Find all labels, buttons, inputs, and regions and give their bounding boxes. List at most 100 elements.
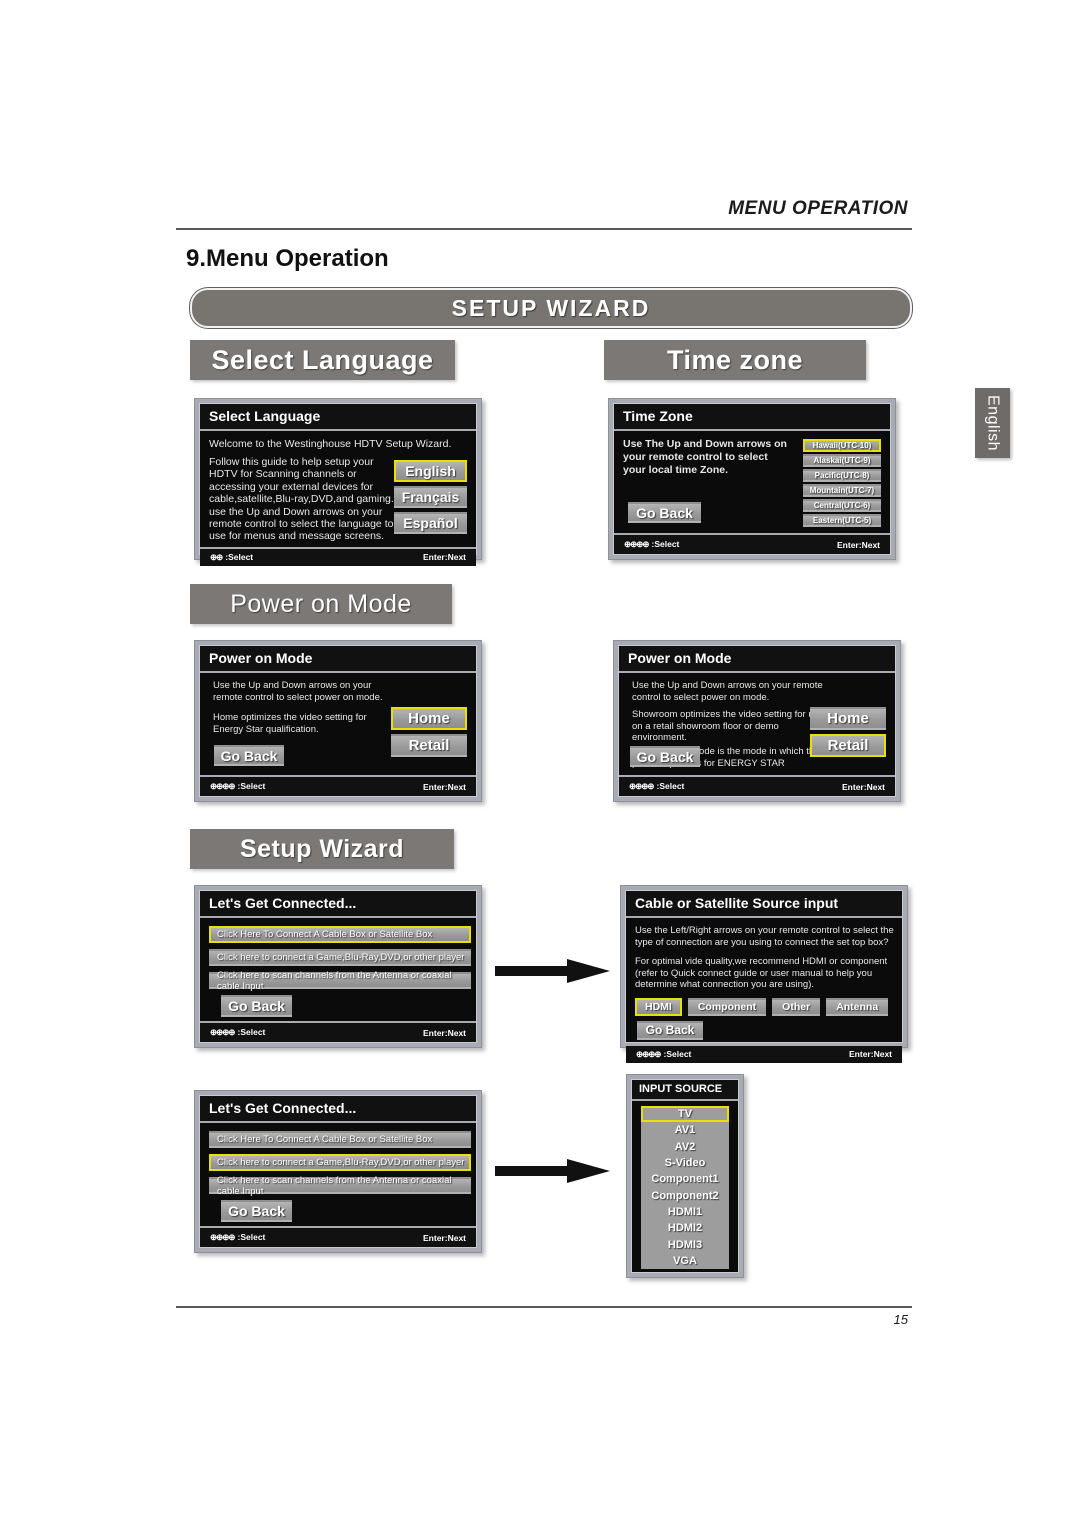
go-back-button[interactable]: Go Back (214, 745, 284, 766)
language-option-espanol[interactable]: Español (394, 512, 467, 534)
osd-inner: Power on Mode Use the Up and Down arrows… (618, 645, 896, 797)
language-side-tab: English (975, 388, 1010, 458)
go-back-button[interactable]: Go Back (630, 746, 700, 767)
input-source-vga[interactable]: VGA (641, 1253, 729, 1269)
footer-select-label: :Select (237, 1232, 266, 1242)
connect-option-cable-box[interactable]: Click Here To Connect A Cable Box or Sat… (209, 926, 471, 943)
osd-body: Use the Left/Right arrows on your remote… (626, 918, 902, 1044)
footer-select-hint: ⊕⊕:Select (210, 552, 423, 563)
input-source-hdmi3[interactable]: HDMI3 (641, 1236, 729, 1252)
connect-option-game-player[interactable]: Click here to connect a Game,Blu-Ray,DVD… (209, 1154, 471, 1171)
input-source-hdmi1[interactable]: HDMI1 (641, 1204, 729, 1220)
timezone-option-pacific[interactable]: Pacific(UTC-8) (803, 469, 881, 482)
setup-wizard-banner: SETUP WIZARD (190, 288, 912, 328)
connect-option-antenna-scan[interactable]: Click here to scan channels from the Ant… (209, 1175, 471, 1197)
osd-body: Click Here To Connect A Cable Box or Sat… (200, 918, 476, 1021)
banner-setup-wizard: Setup Wizard (190, 829, 454, 869)
power-mode-option-retail[interactable]: Retail (810, 734, 886, 757)
footer-enter-label: Enter:Next (423, 1232, 466, 1243)
section-title-text: Menu Operation (206, 245, 389, 272)
osd-title: Cable or Satellite Source input (626, 891, 902, 918)
manual-page: MENU OPERATION 9.Menu Operation SETUP WI… (0, 0, 1080, 1526)
footer-enter-label: Enter:Next (849, 1049, 892, 1059)
osd-inner: Let's Get Connected... Click Here To Con… (199, 1095, 477, 1248)
footer-select-label: :Select (237, 1027, 266, 1037)
go-back-button[interactable]: Go Back (221, 1200, 292, 1222)
footer-select-label: :Select (651, 539, 680, 549)
language-option-english[interactable]: English (394, 460, 467, 482)
power-mode-option-retail[interactable]: Retail (391, 734, 467, 757)
osd-footer: ⊕⊕⊕⊕:Select Enter:Next (200, 1021, 476, 1042)
dpad-dots-icon: ⊕⊕⊕⊕ (210, 781, 235, 791)
osd-power-on-mode-retail: Power on Mode Use the Up and Down arrows… (613, 640, 901, 802)
banner-select-language-label: Select Language (211, 344, 434, 375)
banner-select-language: Select Language (190, 340, 455, 380)
banner-time-zone-label: Time zone (666, 344, 804, 375)
setup-wizard-banner-label: SETUP WIZARD (451, 294, 651, 321)
go-back-button[interactable]: Go Back (637, 1020, 703, 1040)
osd-power-on-mode-home: Power on Mode Use the Up and Down arrows… (194, 640, 482, 802)
osd-title: Power on Mode (619, 646, 895, 673)
banner-power-on-mode: Power on Mode (190, 584, 452, 624)
power-mode-option-home[interactable]: Home (391, 707, 467, 730)
timezone-option-hawaii[interactable]: Hawaii(UTC-10) (803, 439, 881, 452)
footer-select-hint: ⊕⊕⊕⊕:Select (210, 781, 423, 792)
source-option-component[interactable]: Component (687, 997, 767, 1016)
language-side-tab-label: English (984, 395, 1002, 451)
section-number: 9. (186, 245, 207, 272)
input-source-hdmi2[interactable]: HDMI2 (641, 1220, 729, 1236)
osd-body: Use The Up and Down arrows on your remot… (614, 431, 890, 533)
osd-lets-get-connected-1: Let's Get Connected... Click Here To Con… (194, 885, 482, 1048)
timezone-option-mountain[interactable]: Mountain(UTC-7) (803, 484, 881, 497)
input-source-av2[interactable]: AV2 (641, 1139, 729, 1155)
input-source-tv[interactable]: TV (641, 1106, 729, 1123)
osd-inner: Let's Get Connected... Click Here To Con… (199, 890, 477, 1043)
osd-footer: ⊕⊕:Select Enter:Next (200, 546, 476, 566)
source-option-other[interactable]: Other (772, 997, 821, 1016)
footer-enter-label: Enter:Next (423, 1027, 466, 1038)
flow-arrow-icon-2 (495, 1158, 610, 1184)
language-option-francais[interactable]: Français (394, 486, 467, 508)
osd-footer: ⊕⊕⊕⊕:Select Enter:Next (614, 533, 890, 554)
timezone-option-eastern[interactable]: Eastern(UTC-5) (803, 514, 881, 527)
osd-body: Use the Up and Down arrows on your remot… (619, 673, 895, 775)
timezone-option-central[interactable]: Central(UTC-6) (803, 499, 881, 512)
source-option-antenna[interactable]: Antenna (826, 997, 889, 1016)
body-text-2: For optimal vide quality,we recommend HD… (635, 956, 888, 990)
dpad-dots-icon: ⊕⊕⊕⊕ (210, 1027, 235, 1037)
footer-select-label: :Select (225, 551, 254, 562)
power-mode-option-home[interactable]: Home (810, 707, 886, 730)
footer-enter-label: Enter:Next (842, 781, 885, 792)
footer-enter-label: Enter:Next (423, 552, 466, 563)
go-back-button[interactable]: Go Back (221, 995, 292, 1017)
osd-inner: Cable or Satellite Source input Use the … (625, 890, 903, 1063)
dpad-dots-icon: ⊕⊕⊕⊕ (636, 1048, 661, 1059)
source-option-hdmi[interactable]: HDMI (635, 997, 682, 1016)
osd-title: Let's Get Connected... (200, 1096, 476, 1123)
footer-select-hint: ⊕⊕⊕⊕:Select (624, 539, 837, 550)
osd-body: Use the Up and Down arrows on your remot… (200, 673, 476, 775)
input-source-component2[interactable]: Component2 (641, 1187, 729, 1203)
timezone-option-alaska[interactable]: Alaskai(UTC-9) (803, 454, 881, 467)
connect-option-game-player[interactable]: Click here to connect a Game,Blu-Ray,DVD… (209, 949, 471, 966)
osd-lets-get-connected-2: Let's Get Connected... Click Here To Con… (194, 1090, 482, 1253)
dpad-dots-icon: ⊕⊕⊕⊕ (624, 539, 649, 549)
intro-text: Welcome to the Westinghouse HDTV Setup W… (209, 438, 452, 450)
osd-time-zone: Time Zone Use The Up and Down arrows on … (608, 398, 896, 560)
input-source-s-video[interactable]: S-Video (641, 1155, 729, 1171)
footer-select-label: :Select (237, 781, 266, 791)
footer-select-label: :Select (663, 1048, 692, 1059)
connect-option-cable-box[interactable]: Click Here To Connect A Cable Box or Sat… (209, 1131, 471, 1148)
connect-option-antenna-scan[interactable]: Click here to scan channels from the Ant… (209, 970, 471, 992)
go-back-button[interactable]: Go Back (628, 502, 701, 523)
input-source-av1[interactable]: AV1 (641, 1122, 729, 1138)
flow-arrow-icon-1 (495, 958, 610, 984)
body-text-2: Home optimizes the video setting for Ene… (213, 712, 367, 735)
osd-body: Welcome to the Westinghouse HDTV Setup W… (200, 431, 476, 547)
timezone-options: Hawaii(UTC-10) Alaskai(UTC-9) Pacific(UT… (803, 439, 881, 527)
footer-select-hint: ⊕⊕⊕⊕:Select (210, 1027, 423, 1038)
osd-footer: ⊕⊕⊕⊕:Select Enter:Next (200, 775, 476, 796)
language-options: English Français Español (394, 460, 467, 534)
input-source-component1[interactable]: Component1 (641, 1171, 729, 1187)
banner-power-on-mode-label: Power on Mode (230, 589, 412, 618)
